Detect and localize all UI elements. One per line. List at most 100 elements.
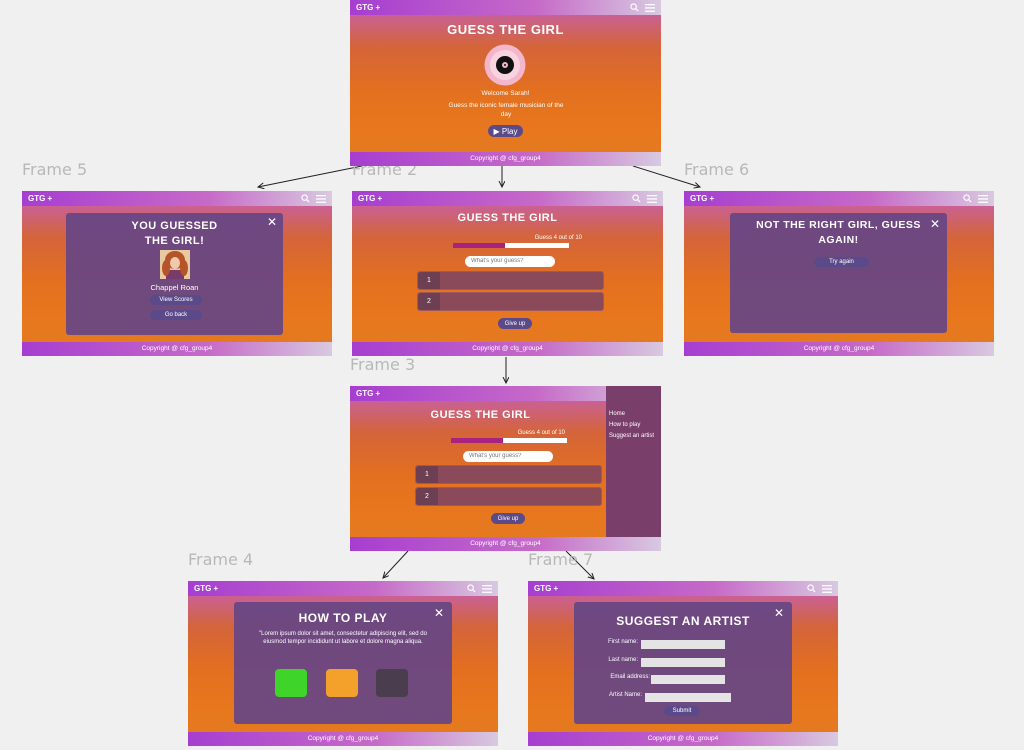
orange-swatch bbox=[326, 669, 358, 697]
success-heading-line2: THE GIRL! bbox=[144, 235, 205, 247]
app-logo[interactable]: GTG + bbox=[28, 194, 52, 203]
suggest-artist-modal: ✕ SUGGEST AN ARTIST First name: Last nam… bbox=[574, 602, 792, 724]
footer-copyright: Copyright @ cfg_group4 bbox=[188, 732, 498, 746]
guess-row: 2 bbox=[415, 487, 602, 506]
frame-4-label: Frame 4 bbox=[188, 550, 254, 569]
page-title: GUESS THE GIRL bbox=[447, 22, 564, 37]
search-icon[interactable] bbox=[630, 3, 639, 12]
guess-row-number: 1 bbox=[416, 466, 438, 483]
frame-home-screen: GTG + GUESS THE GIRL Welcome Sarah! Gues… bbox=[350, 0, 661, 166]
frame-wrong-screen: GTG + ✕ NOT THE RIGHT GIRL, GUESS AGAIN!… bbox=[684, 191, 994, 356]
guess-row: 2 bbox=[417, 292, 604, 311]
menu-item-home[interactable]: Home bbox=[606, 409, 661, 420]
last-name-field[interactable] bbox=[641, 658, 725, 667]
frame-correct-screen: GTG + ✕ YOU GUESSED THE GIRL! Chappel Ro… bbox=[22, 191, 332, 356]
search-icon[interactable] bbox=[632, 194, 641, 203]
guess-input[interactable] bbox=[465, 256, 555, 267]
top-bar: GTG + bbox=[350, 0, 661, 15]
guess-row: 1 bbox=[415, 465, 602, 484]
menu-item-suggest-artist[interactable]: Suggest an artist bbox=[606, 431, 661, 442]
artist-photo bbox=[160, 250, 190, 279]
dark-swatch bbox=[376, 669, 408, 697]
arrow-frame3-to-frame4 bbox=[383, 550, 409, 578]
footer-copyright: Copyright @ cfg_group4 bbox=[350, 537, 661, 551]
footer-copyright: Copyright @ cfg_group4 bbox=[22, 342, 332, 356]
first-name-field[interactable] bbox=[641, 640, 725, 649]
menu-icon[interactable] bbox=[645, 3, 655, 12]
artist-name-label: Artist Name: bbox=[608, 692, 642, 698]
first-name-label: First name: bbox=[607, 639, 638, 645]
search-icon[interactable] bbox=[467, 584, 476, 593]
footer-copyright: Copyright @ cfg_group4 bbox=[528, 732, 838, 746]
app-logo[interactable]: GTG + bbox=[356, 389, 380, 398]
guess-counter: Guess 4 out of 10 bbox=[517, 430, 565, 436]
guess-progress-bar bbox=[453, 243, 569, 248]
top-bar: GTG + bbox=[528, 581, 838, 596]
submit-button[interactable]: Submit bbox=[664, 706, 700, 716]
wrong-guess-modal: ✕ NOT THE RIGHT GIRL, GUESS AGAIN! Try a… bbox=[730, 213, 947, 333]
guess-progress-fill bbox=[451, 438, 504, 443]
frame-6-label: Frame 6 bbox=[684, 160, 750, 179]
go-back-button[interactable]: Go back bbox=[150, 310, 202, 320]
vinyl-record-icon bbox=[484, 44, 526, 86]
app-logo[interactable]: GTG + bbox=[690, 194, 714, 203]
success-heading-line1: YOU GUESSED bbox=[131, 220, 218, 232]
search-icon[interactable] bbox=[963, 194, 972, 203]
top-bar: GTG + bbox=[188, 581, 498, 596]
guess-row-number: 1 bbox=[418, 272, 440, 289]
menu-icon[interactable] bbox=[316, 194, 326, 203]
email-label: Email address: bbox=[610, 674, 650, 680]
artist-name-field[interactable] bbox=[645, 693, 731, 702]
how-to-play-modal: ✕ HOW TO PLAY "Lorem ipsum dolor sit ame… bbox=[234, 602, 452, 724]
menu-item-how-to-play[interactable]: How to play bbox=[606, 420, 661, 431]
top-bar: GTG + bbox=[352, 191, 663, 206]
how-to-play-heading: HOW TO PLAY bbox=[298, 611, 388, 625]
guess-progress-fill bbox=[453, 243, 506, 248]
guess-counter: Guess 4 out of 10 bbox=[534, 235, 582, 241]
app-logo[interactable]: GTG + bbox=[534, 584, 558, 593]
frame-how-to-play-screen: GTG + ✕ HOW TO PLAY "Lorem ipsum dolor s… bbox=[188, 581, 498, 746]
top-bar: GTG + bbox=[22, 191, 332, 206]
app-logo[interactable]: GTG + bbox=[356, 3, 380, 12]
success-modal: ✕ YOU GUESSED THE GIRL! Chappel Roan Vie… bbox=[66, 213, 283, 335]
green-swatch bbox=[275, 669, 307, 697]
guess-progress-bar bbox=[451, 438, 567, 443]
tagline-text: Guess the iconic female musician of the … bbox=[448, 102, 564, 118]
give-up-button[interactable]: Give up bbox=[498, 318, 532, 329]
email-field[interactable] bbox=[651, 675, 725, 684]
last-name-label: Last name: bbox=[608, 657, 638, 663]
footer-copyright: Copyright @ cfg_group4 bbox=[684, 342, 994, 356]
wrong-heading-line2: AGAIN! bbox=[818, 234, 859, 246]
how-to-play-body: "Lorem ipsum dolor sit amet, consectetur… bbox=[259, 631, 427, 645]
frame-7-label: Frame 7 bbox=[528, 550, 594, 569]
app-logo[interactable]: GTG + bbox=[358, 194, 382, 203]
suggest-heading: SUGGEST AN ARTIST bbox=[616, 614, 750, 628]
guess-row-number: 2 bbox=[416, 488, 438, 505]
search-icon[interactable] bbox=[807, 584, 816, 593]
top-bar: GTG + bbox=[684, 191, 994, 206]
frame-suggest-screen: GTG + ✕ SUGGEST AN ARTIST First name: La… bbox=[528, 581, 838, 746]
guess-row-number: 2 bbox=[418, 293, 440, 310]
menu-icon[interactable] bbox=[822, 584, 832, 593]
page-title: GUESS THE GIRL bbox=[457, 212, 558, 224]
wrong-heading-line1: NOT THE RIGHT GIRL, GUESS bbox=[756, 219, 921, 231]
try-again-button[interactable]: Try again bbox=[814, 257, 869, 267]
artist-name: Chappel Roan bbox=[150, 283, 199, 292]
guess-row: 1 bbox=[417, 271, 604, 290]
menu-icon[interactable] bbox=[482, 584, 492, 593]
give-up-button[interactable]: Give up bbox=[491, 513, 525, 524]
view-scores-button[interactable]: View Scores bbox=[150, 295, 202, 305]
frame-3-label: Frame 3 bbox=[350, 355, 416, 374]
welcome-text: Welcome Sarah! bbox=[481, 90, 530, 97]
side-menu: Home How to play Suggest an artist bbox=[606, 386, 661, 537]
search-icon[interactable] bbox=[301, 194, 310, 203]
frame-menu-screen: GTG + GUESS THE GIRL Guess 4 out of 10 1… bbox=[350, 386, 661, 551]
menu-icon[interactable] bbox=[647, 194, 657, 203]
page-title: GUESS THE GIRL bbox=[430, 409, 531, 421]
app-logo[interactable]: GTG + bbox=[194, 584, 218, 593]
play-button[interactable]: ▶ Play bbox=[488, 125, 523, 137]
arrow-frame1-to-frame5 bbox=[258, 165, 363, 187]
guess-input[interactable] bbox=[463, 451, 553, 462]
frame-5-label: Frame 5 bbox=[22, 160, 88, 179]
menu-icon[interactable] bbox=[978, 194, 988, 203]
